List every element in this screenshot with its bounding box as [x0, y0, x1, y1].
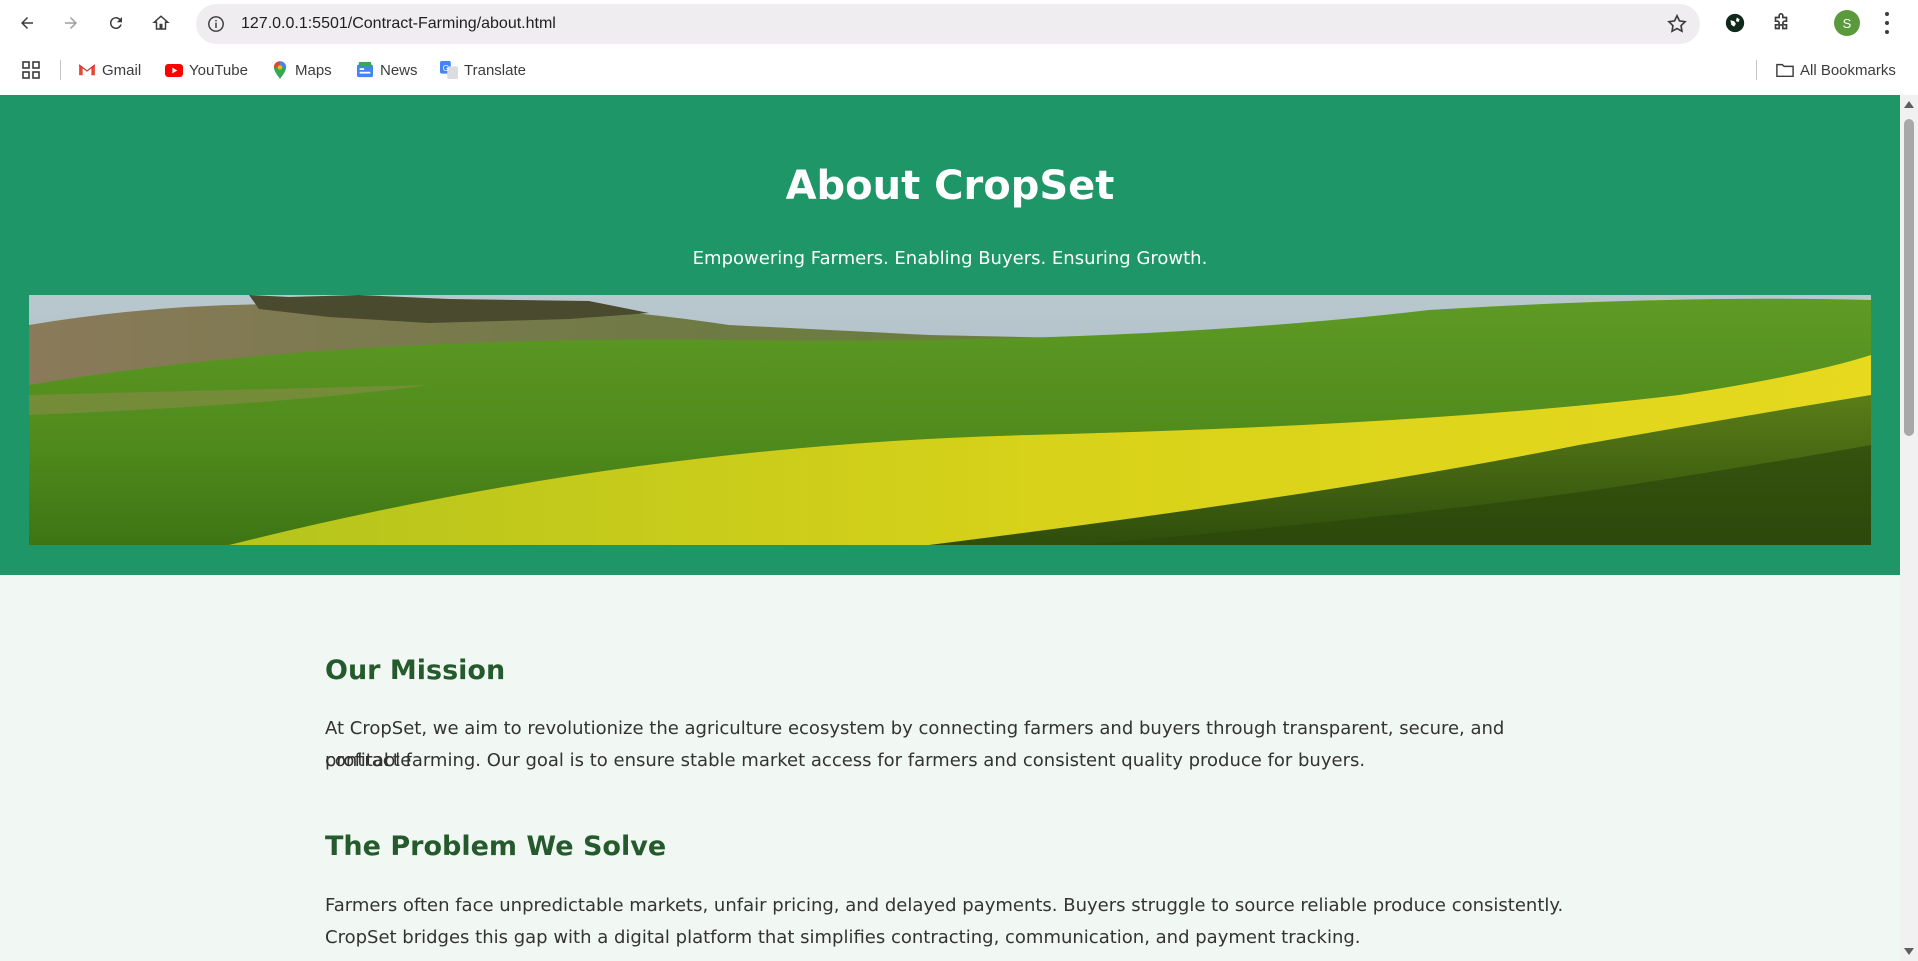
scroll-down-arrow-icon[interactable] — [1904, 948, 1914, 955]
reload-icon — [109, 17, 122, 30]
section-text-line: contract farming. Our goal is to ensure … — [325, 750, 1366, 771]
browser-menu-icon[interactable] — [1884, 12, 1890, 34]
svg-text:G: G — [443, 64, 449, 73]
bookmark-gmail[interactable]: Gmail — [78, 60, 141, 80]
page-title: About CropSet — [785, 163, 1115, 209]
scrollbar-thumb[interactable] — [1904, 119, 1914, 436]
youtube-icon — [165, 61, 183, 79]
bookmark-translate[interactable]: G Translate — [440, 60, 526, 80]
home-button[interactable] — [146, 8, 176, 38]
page-viewport: About CropSet Empowering Farmers. Enabli… — [0, 95, 1900, 961]
section-text-line: Farmers often face unpredictable markets… — [325, 895, 1564, 916]
folder-icon — [1776, 61, 1794, 79]
bookmark-maps[interactable]: Maps — [271, 60, 332, 80]
address-bar[interactable]: 127.0.0.1:5501/Contract-Farming/about.ht… — [196, 4, 1700, 44]
section-text-line: CropSet bridges this gap with a digital … — [325, 927, 1361, 948]
forward-arrow-icon — [65, 17, 77, 29]
all-bookmarks-button[interactable]: All Bookmarks — [1776, 60, 1896, 80]
page-scrollbar[interactable] — [1900, 95, 1918, 961]
scroll-up-arrow-icon[interactable] — [1904, 101, 1914, 108]
bookmark-label: Gmail — [102, 61, 142, 79]
home-icon — [152, 15, 170, 30]
extension-globe-icon[interactable] — [1723, 11, 1747, 35]
bookmark-news[interactable]: News — [356, 60, 418, 80]
bookmark-star-icon[interactable] — [1666, 13, 1688, 35]
profile-avatar[interactable]: S — [1834, 10, 1860, 36]
farmland-banner-image — [29, 295, 1871, 545]
translate-icon: G — [440, 61, 458, 79]
browser-toolbar: 127.0.0.1:5501/Contract-Farming/about.ht… — [0, 0, 1918, 46]
back-arrow-icon — [21, 17, 33, 29]
bookmark-label: Maps — [295, 61, 332, 79]
url-text[interactable]: 127.0.0.1:5501/Contract-Farming/about.ht… — [241, 15, 556, 33]
page-tagline: Empowering Farmers. Enabling Buyers. Ens… — [692, 248, 1208, 269]
bookmark-label: Translate — [464, 61, 526, 79]
bookmarks-bar: Gmail YouTube Maps News G Translate All … — [0, 46, 1918, 94]
bookmarks-divider — [60, 60, 61, 80]
section-heading-problem: The Problem We Solve — [325, 831, 667, 862]
maps-icon — [271, 61, 289, 79]
bookmark-label: News — [380, 61, 418, 79]
bookmark-youtube[interactable]: YouTube — [165, 60, 248, 80]
site-info-icon[interactable] — [206, 14, 226, 34]
reload-button[interactable] — [101, 8, 131, 38]
all-bookmarks-label: All Bookmarks — [1800, 61, 1896, 79]
forward-button[interactable] — [56, 8, 86, 38]
hero-section: About CropSet Empowering Farmers. Enabli… — [0, 95, 1900, 575]
gmail-icon — [78, 61, 96, 79]
back-button[interactable] — [12, 8, 42, 38]
bookmark-label: YouTube — [189, 61, 248, 79]
bookmarks-divider — [1756, 60, 1757, 80]
extensions-puzzle-icon[interactable] — [1769, 11, 1793, 35]
apps-grid-icon[interactable] — [22, 60, 40, 80]
news-icon — [356, 61, 374, 79]
section-heading-mission: Our Mission — [325, 655, 506, 686]
